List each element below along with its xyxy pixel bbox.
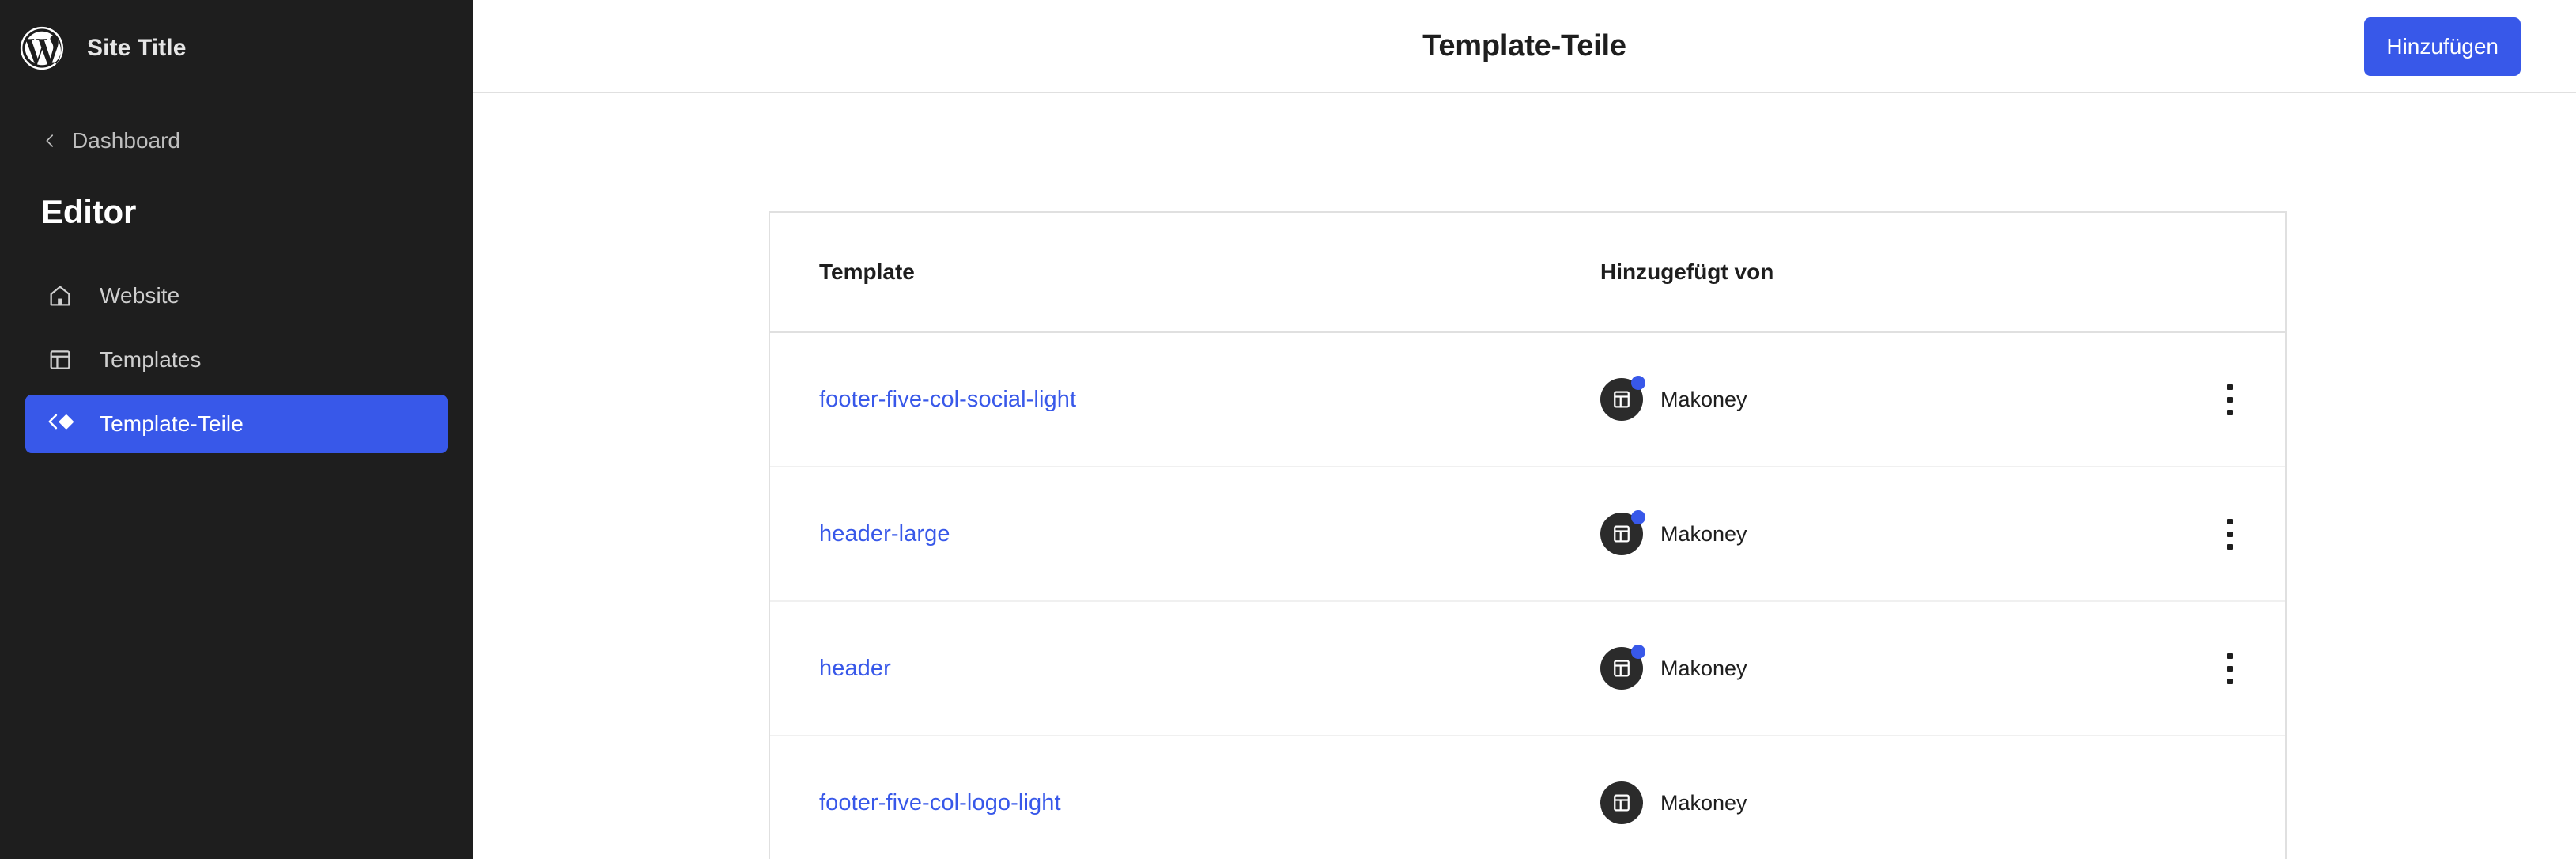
avatar xyxy=(1600,376,1645,421)
symbol-icon xyxy=(43,407,77,441)
kebab-menu-icon[interactable] xyxy=(2207,645,2253,691)
sidebar-item-templates[interactable]: Templates xyxy=(25,331,448,389)
template-link[interactable]: header-large xyxy=(819,521,950,547)
add-button[interactable]: Hinzufügen xyxy=(2364,17,2521,76)
table-header-row: Template Hinzugefügt von xyxy=(770,213,2285,333)
sidebar: Site Title Dashboard Editor Website Temp… xyxy=(0,0,473,859)
author-name: Makoney xyxy=(1660,790,1747,815)
template-name-cell: header xyxy=(770,657,1600,680)
page-title: Template-Teile xyxy=(1422,29,1626,62)
content-region: Template Hinzugefügt von footer-five-col… xyxy=(473,211,2576,859)
layout-icon xyxy=(43,342,77,377)
sidebar-item-template-teile[interactable]: Template-Teile xyxy=(25,395,448,453)
template-name-cell: footer-five-col-logo-light xyxy=(770,790,1600,815)
table-row[interactable]: footer-five-col-social-light Makoney xyxy=(770,333,2285,467)
author-cell: Makoney xyxy=(1600,510,2174,555)
avatar xyxy=(1600,645,1645,690)
row-actions-cell xyxy=(2174,377,2285,422)
sidebar-item-website[interactable]: Website xyxy=(25,267,448,325)
author-name: Makoney xyxy=(1660,656,1747,680)
wordpress-logo-icon xyxy=(17,24,66,73)
status-badge xyxy=(1631,645,1645,659)
kebab-menu-icon[interactable] xyxy=(2207,511,2253,557)
author-name: Makoney xyxy=(1660,387,1747,411)
table-row[interactable]: header-large Makoney xyxy=(770,467,2285,602)
author-cell: Makoney xyxy=(1600,645,2174,690)
kebab-menu-icon[interactable] xyxy=(2207,377,2253,422)
column-header-author-cell: Hinzugefügt von xyxy=(1600,261,2174,283)
avatar xyxy=(1600,510,1645,555)
back-link-label: Dashboard xyxy=(72,128,180,153)
template-parts-table: Template Hinzugefügt von footer-five-col… xyxy=(769,211,2287,859)
avatar xyxy=(1600,781,1643,824)
back-to-dashboard-link[interactable]: Dashboard xyxy=(0,123,473,159)
sidebar-heading: Editor xyxy=(41,193,137,230)
sidebar-item-label: Templates xyxy=(100,347,202,372)
template-link[interactable]: header xyxy=(819,656,891,681)
sidebar-item-label: Template-Teile xyxy=(100,411,244,436)
table-row[interactable]: header Makoney xyxy=(770,602,2285,736)
author-cell: Makoney xyxy=(1600,781,2174,824)
sidebar-item-label: Website xyxy=(100,283,180,308)
template-name-cell: header-large xyxy=(770,521,1600,547)
main-area: Template-Teile Hinzufügen Template Hinzu… xyxy=(473,0,2576,859)
template-part-icon xyxy=(1600,781,1643,824)
home-icon xyxy=(43,278,77,313)
sidebar-brand[interactable]: Site Title xyxy=(0,0,473,71)
template-link[interactable]: footer-five-col-logo-light xyxy=(819,790,1061,815)
template-name-cell: footer-five-col-social-light xyxy=(770,388,1600,411)
column-header-template-cell: Template xyxy=(770,261,1600,283)
table-row[interactable]: footer-five-col-logo-light Makoney xyxy=(770,736,2285,859)
column-header-template: Template xyxy=(819,259,915,284)
status-badge xyxy=(1631,376,1645,390)
site-title: Site Title xyxy=(87,35,187,61)
sidebar-nav: Website Templates Template-Teile xyxy=(0,267,473,453)
status-badge xyxy=(1631,510,1645,524)
column-header-author: Hinzugefügt von xyxy=(1600,259,1774,284)
author-name: Makoney xyxy=(1660,521,1747,546)
template-link[interactable]: footer-five-col-social-light xyxy=(819,387,1076,412)
row-actions-cell xyxy=(2174,645,2285,691)
author-cell: Makoney xyxy=(1600,376,2174,421)
topbar: Template-Teile Hinzufügen xyxy=(473,0,2576,93)
chevron-left-icon xyxy=(41,129,59,153)
app-root: Site Title Dashboard Editor Website Temp… xyxy=(0,0,2576,859)
row-actions-cell xyxy=(2174,511,2285,557)
